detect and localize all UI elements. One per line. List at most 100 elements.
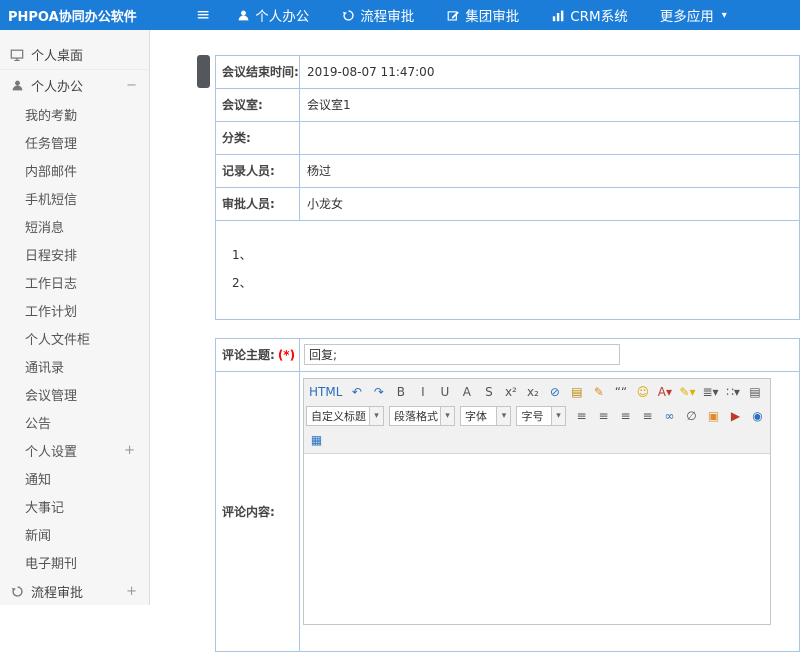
editor-dropdown[interactable]: 字号 ▾ (516, 406, 566, 426)
sidebar-item-label: 工作日志 (25, 273, 77, 292)
link-icon[interactable]: ∞ (659, 406, 680, 426)
editor-content-area[interactable] (304, 454, 770, 624)
button-glyph: ✎ (594, 386, 604, 398)
strikethrough-icon[interactable]: S (478, 382, 499, 402)
paste-icon[interactable]: ▤ (566, 382, 587, 402)
sidebar-item-task-management[interactable]: 任务管理 (0, 128, 149, 156)
remove-format-icon[interactable]: ⊘ (544, 382, 565, 402)
nav-label: 流程审批 (360, 5, 414, 25)
nav-group-approval[interactable]: 集团审批 (446, 5, 519, 25)
meeting-info-rows: 会议结束时间: 2019-08-07 11:47:00 会议室: 会议室1 分类… (216, 56, 800, 221)
sidebar-item-personal-files[interactable]: 个人文件柜 (0, 324, 149, 352)
sidebar-item-memorabilia[interactable]: 大事记 (0, 492, 149, 520)
sidebar-section-workflow-approval[interactable]: 流程审批 + (0, 576, 149, 606)
font-color-icon[interactable]: A▾ (654, 382, 675, 402)
nav-label: 个人办公 (255, 5, 309, 25)
editor-toolbar-row3: ▦ (306, 428, 768, 452)
content-line: 2、 (232, 269, 799, 297)
rich-text-editor: HTML ↶ ↷ (303, 378, 771, 625)
subscript-icon[interactable]: x₂ (522, 382, 543, 402)
table-row: 分类: (216, 122, 800, 155)
form-value: 小龙女 (300, 188, 800, 220)
nav-more-apps[interactable]: 更多应用 ▾ (660, 5, 727, 25)
editor-dropdown[interactable]: 自定义标题 ▾ (306, 406, 384, 426)
sidebar-item-label: 个人设置 (25, 441, 77, 460)
sidebar-item-news[interactable]: 新闻 (0, 520, 149, 548)
align-center-icon[interactable]: ≡ (593, 406, 614, 426)
table-row: 审批人员: 小龙女 (216, 188, 800, 221)
editor-dropdown[interactable]: 字体 ▾ (460, 406, 511, 426)
format-brush-icon[interactable]: ✎ (588, 382, 609, 402)
sidebar-item-my-attendance[interactable]: 我的考勤 (0, 100, 149, 128)
blockquote-icon[interactable]: ““ (610, 382, 631, 402)
ordered-list-icon[interactable]: ≣▾ (699, 382, 721, 402)
font-style-icon[interactable]: A (456, 382, 477, 402)
form-value: HTML ↶ ↷ (300, 372, 800, 651)
sidebar-item-work-log[interactable]: 工作日志 (0, 268, 149, 296)
align-left-icon[interactable]: ≡ (571, 406, 592, 426)
save-icon[interactable]: ◉ (747, 406, 768, 426)
comment-subject-input[interactable] (304, 344, 620, 365)
align-right-icon[interactable]: ≡ (615, 406, 636, 426)
unordered-list-icon[interactable]: ∷▾ (723, 382, 744, 402)
meeting-content-cell: 1、 2、 (216, 221, 800, 320)
editor-dropdown[interactable]: 段落格式 ▾ (389, 406, 455, 426)
content-scrollbar[interactable] (196, 30, 211, 605)
nav-crm-system[interactable]: CRM系统 (551, 5, 627, 25)
button-glyph: ∞ (665, 410, 675, 422)
sidebar-item-work-plan[interactable]: 工作计划 (0, 296, 149, 324)
underline-icon[interactable]: U (434, 382, 455, 402)
sidebar-item-label: 任务管理 (25, 133, 77, 152)
italic-icon[interactable]: I (412, 382, 433, 402)
align-justify-icon[interactable]: ≡ (637, 406, 658, 426)
redo-icon[interactable]: ↷ (368, 382, 389, 402)
button-glyph: ✎▾ (679, 386, 695, 398)
undo-icon[interactable]: ↶ (346, 382, 367, 402)
sidebar-item-personal-settings[interactable]: 个人设置 + (0, 436, 149, 464)
sidebar-item-schedule[interactable]: 日程安排 (0, 240, 149, 268)
nav-label: 集团审批 (465, 5, 519, 25)
sidebar-item-label: 个人文件柜 (25, 329, 90, 348)
button-glyph: ““ (615, 386, 627, 398)
source-code-icon[interactable]: HTML (306, 382, 345, 402)
superscript-icon[interactable]: x² (500, 382, 521, 402)
form-value: 2019-08-07 11:47:00 (300, 56, 800, 88)
image-icon[interactable]: ▣ (703, 406, 724, 426)
button-glyph: ▦ (311, 434, 322, 446)
sidebar-item-personal-desktop[interactable]: 个人桌面 (0, 40, 149, 70)
sidebar-item-meeting-management[interactable]: 会议管理 (0, 380, 149, 408)
collapse-icon[interactable]: − (126, 78, 137, 93)
table-icon[interactable]: ▦ (306, 430, 327, 450)
button-glyph: ▶ (731, 410, 740, 422)
sidebar-item-e-journal[interactable]: 电子期刊 (0, 548, 149, 576)
page-break-icon[interactable]: ▤ (745, 382, 766, 402)
button-glyph: ≡ (620, 410, 630, 422)
sidebar-item-notice[interactable]: 通知 (0, 464, 149, 492)
button-glyph: ▤ (571, 386, 582, 398)
highlight-color-icon[interactable]: ✎▾ (676, 382, 698, 402)
button-glyph: ◉ (752, 410, 762, 422)
sidebar-item-internal-mail[interactable]: 内部邮件 (0, 156, 149, 184)
emoticon-icon[interactable]: ☺ (632, 382, 653, 402)
sidebar-menu: 我的考勤 任务管理 内部邮件 手机短信 短消息 (0, 100, 149, 576)
menu-toggle-icon[interactable]: ≡ (196, 0, 210, 30)
scrollbar-thumb[interactable] (197, 55, 210, 88)
unlink-icon[interactable]: ∅ (681, 406, 702, 426)
nav-personal-office[interactable]: 个人办公 (236, 5, 309, 25)
sidebar-item-label: 工作计划 (25, 301, 77, 320)
nav-workflow-approval[interactable]: 流程审批 (341, 5, 414, 25)
sidebar-item-short-message[interactable]: 短消息 (0, 212, 149, 240)
nav-label: 更多应用 (660, 5, 714, 25)
sidebar-item-mobile-sms[interactable]: 手机短信 (0, 184, 149, 212)
sidebar-item-contacts[interactable]: 通讯录 (0, 352, 149, 380)
form-label: 会议结束时间: (216, 56, 300, 88)
sidebar-item-label: 通讯录 (25, 357, 64, 376)
button-glyph: A (463, 386, 471, 398)
sidebar-section-personal-office[interactable]: 个人办公 − (0, 70, 149, 100)
expand-icon[interactable]: + (126, 584, 137, 599)
bold-icon[interactable]: B (390, 382, 411, 402)
button-glyph: ≣▾ (702, 386, 718, 398)
media-icon[interactable]: ▶ (725, 406, 746, 426)
app-title: PHPOA协同办公软件 (0, 6, 152, 25)
sidebar-item-announcement[interactable]: 公告 (0, 408, 149, 436)
